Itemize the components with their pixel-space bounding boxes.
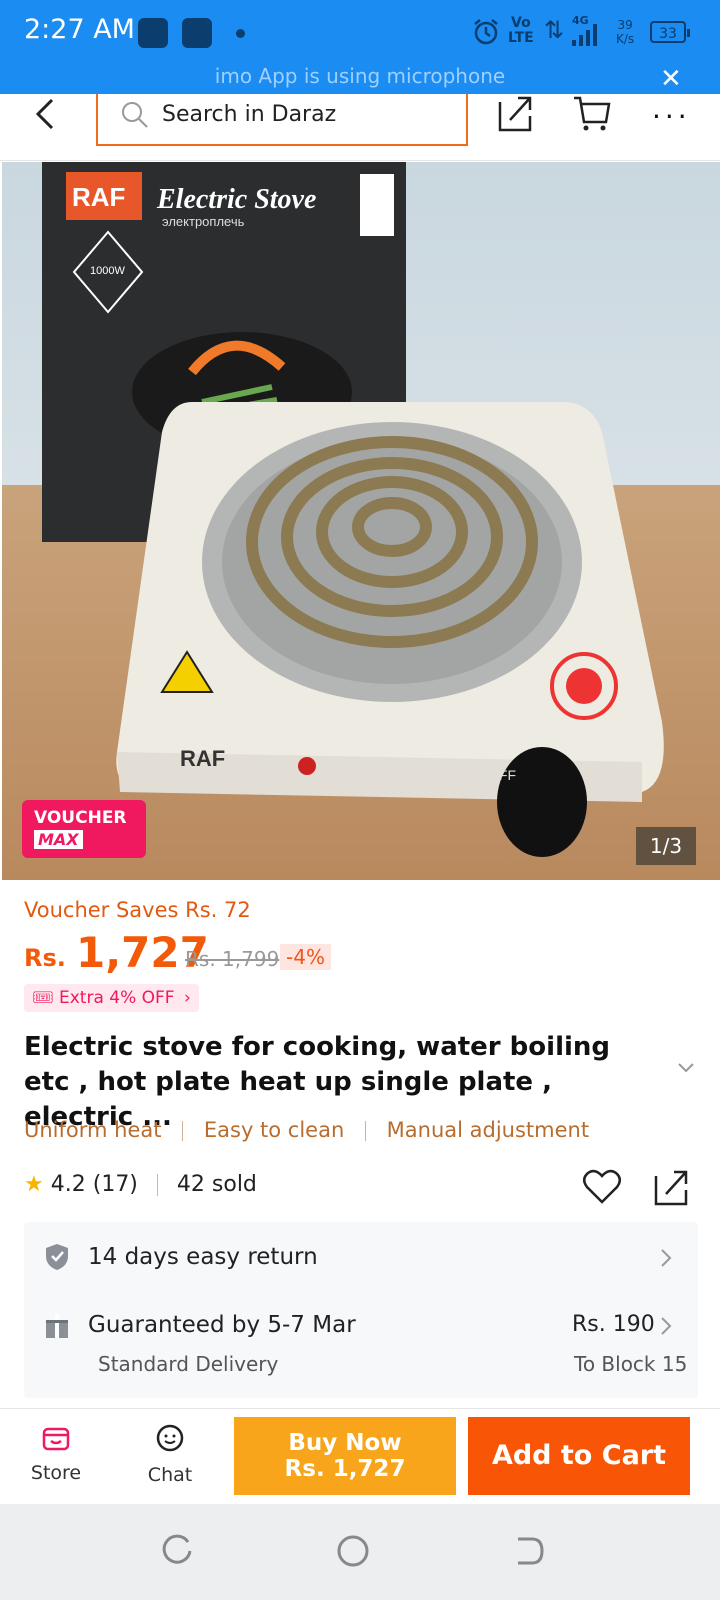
box-title: Electric Stove: [156, 184, 316, 215]
delivery-type: Standard Delivery: [98, 1352, 279, 1376]
chat-button[interactable]: Chat: [130, 1423, 210, 1486]
status-bar: 2:27 AM Vo LTE ⇅ 4G 39 K/s 33 imo App is…: [0, 0, 720, 94]
coupon-icon: 🎟: [32, 988, 54, 1008]
chevron-right-icon: ›: [184, 988, 191, 1008]
store-icon: [16, 1423, 96, 1458]
return-policy-row[interactable]: 14 days easy return: [24, 1240, 698, 1280]
recent-apps-icon[interactable]: [160, 1534, 194, 1572]
system-navigation-bar: [0, 1504, 720, 1600]
delivery-fee: Rs. 190: [572, 1312, 655, 1337]
buy-now-button[interactable]: Buy Now Rs. 1,727: [234, 1417, 456, 1495]
chevron-down-icon[interactable]: [676, 1060, 696, 1079]
chat-label: Chat: [147, 1464, 193, 1486]
chevron-right-icon: [660, 1248, 672, 1272]
voucher-saves[interactable]: Voucher Saves Rs. 72: [24, 898, 251, 922]
delivery-row[interactable]: Guaranteed by 5-7 Mar Standard Delivery …: [24, 1308, 698, 1388]
product-tags: Uniform heat Easy to clean Manual adjust…: [24, 1118, 589, 1142]
cart-button[interactable]: [572, 94, 612, 138]
store-button[interactable]: Store: [16, 1423, 96, 1484]
battery-level: 33: [659, 26, 677, 42]
bottom-action-bar: Store Chat Buy Now Rs. 1,727 Add to Cart: [0, 1408, 720, 1505]
app-notification-icon: [138, 18, 168, 48]
price-currency: Rs.: [24, 944, 66, 972]
product-image-carousel[interactable]: RAF Electric Stove электроплечь 1000W RA…: [2, 162, 720, 880]
box-brand: RAF: [72, 182, 125, 212]
tag-manual-adjustment: Manual adjustment: [386, 1118, 590, 1142]
add-to-cart-button[interactable]: Add to Cart: [468, 1417, 690, 1495]
tag-uniform-heat: Uniform heat: [24, 1118, 162, 1142]
extra-offer-label: Extra 4% OFF: [59, 988, 175, 1008]
network-generation: 4G: [572, 14, 589, 27]
delivery-guarantee: Guaranteed by 5-7 Mar: [88, 1312, 356, 1338]
divider: [364, 1121, 366, 1141]
app-notification-icon: [182, 18, 212, 48]
back-button[interactable]: [30, 96, 62, 140]
volte-icon: Vo LTE: [508, 15, 534, 46]
star-icon: ★: [24, 1172, 44, 1197]
rating-row[interactable]: ★ 4.2 (17) 42 sold: [24, 1172, 257, 1197]
more-notifications-icon: [236, 29, 245, 38]
buy-now-label: Buy Now: [288, 1430, 402, 1456]
share-button[interactable]: [496, 94, 536, 138]
service-info-box: 14 days easy return Guaranteed by 5-7 Ma…: [24, 1222, 698, 1398]
back-nav-icon[interactable]: [512, 1534, 546, 1572]
voucher-max-badge[interactable]: VOUCHER MAX: [22, 800, 146, 858]
battery-icon: 33: [650, 21, 690, 43]
tag-easy-to-clean: Easy to clean: [203, 1118, 345, 1142]
network-speed: 39 K/s: [616, 18, 635, 46]
mic-usage-notice[interactable]: imo App is using microphone: [0, 64, 720, 88]
wishlist-heart-icon[interactable]: [582, 1168, 622, 1210]
signal-icon: 4G: [570, 14, 602, 54]
image-counter: 1/3: [636, 827, 696, 865]
divider: [182, 1121, 184, 1141]
buy-now-price: Rs. 1,727: [284, 1456, 406, 1482]
review-count: (17): [92, 1172, 138, 1197]
data-transfer-icon: ⇅: [544, 16, 565, 44]
alarm-icon: [472, 18, 500, 50]
box-power: 1000W: [90, 265, 125, 277]
delivery-destination: To Block 15: [574, 1352, 688, 1376]
knob-label: OFF: [488, 767, 516, 783]
extra-offer-chip[interactable]: 🎟 Extra 4% OFF ›: [24, 984, 199, 1012]
voucher-badge-line1: VOUCHER: [34, 808, 127, 828]
close-icon[interactable]: ✕: [660, 64, 682, 94]
rating-value: 4.2: [50, 1172, 86, 1197]
sold-count: 42 sold: [176, 1172, 257, 1197]
search-input[interactable]: Search in Daraz: [96, 94, 468, 146]
search-placeholder: Search in Daraz: [162, 102, 337, 127]
voucher-badge-line2: MAX: [34, 830, 83, 849]
store-label: Store: [30, 1462, 82, 1484]
chevron-right-icon: [660, 1316, 672, 1340]
product-photo: RAF Electric Stove электроплечь 1000W RA…: [42, 162, 664, 857]
home-icon[interactable]: [336, 1534, 370, 1572]
original-price: Rs. 1,799: [185, 947, 280, 971]
discount-badge: -4%: [280, 944, 331, 970]
status-time: 2:27 AM: [24, 14, 135, 45]
stove-brand: RAF: [180, 746, 225, 771]
chat-icon: [130, 1423, 210, 1460]
delivery-box-icon: [44, 1312, 70, 1344]
search-icon: [120, 98, 150, 136]
divider: [156, 1174, 158, 1196]
share-icon[interactable]: [652, 1168, 692, 1212]
shield-check-icon: [44, 1242, 70, 1276]
box-subtitle: электроплечь: [162, 214, 245, 229]
top-nav: Search in Daraz ···: [0, 94, 720, 161]
more-menu-button[interactable]: ···: [652, 100, 691, 133]
return-policy-text: 14 days easy return: [88, 1244, 318, 1270]
